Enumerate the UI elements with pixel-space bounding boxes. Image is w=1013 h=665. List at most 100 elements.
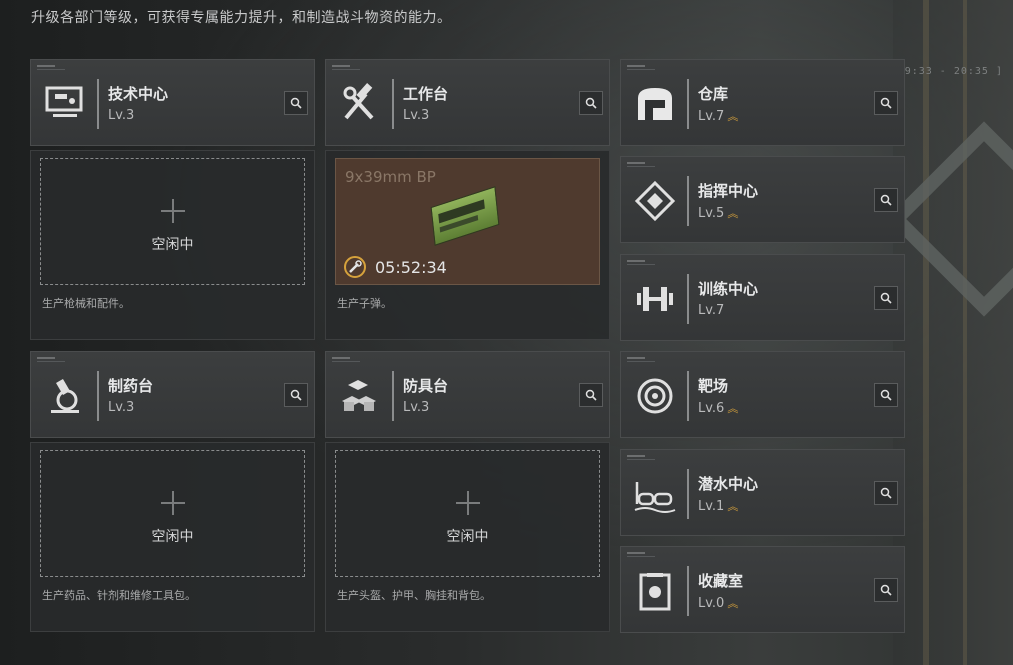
slot-description: 生产枪械和配件。: [42, 297, 130, 310]
dept-level-value: Lv.7: [698, 303, 725, 318]
search-button[interactable]: [284, 91, 308, 115]
search-icon: [880, 194, 892, 206]
upgrade-available-icon: ︽: [727, 402, 738, 415]
dept-level: Lv.3: [403, 108, 429, 123]
card-tag-line: [627, 264, 655, 265]
dept-card-diving-center[interactable]: 潜水中心 Lv.1 ︽: [620, 449, 905, 536]
dept-level-value: Lv.7: [698, 109, 725, 124]
production-slot-armor-bench: 空闲中 生产头盔、护甲、胸挂和背包。: [325, 442, 610, 632]
search-icon: [290, 97, 302, 109]
card-divider: [392, 371, 394, 421]
warehouse-icon: [633, 82, 677, 126]
card-tag: [627, 552, 645, 554]
upgrade-available-icon: ︽: [727, 500, 738, 513]
slot-description: 生产子弹。: [337, 297, 392, 310]
dept-card-command-center[interactable]: 指挥中心 Lv.5 ︽: [620, 156, 905, 243]
card-tag-line: [37, 69, 65, 70]
dept-name: 靶场: [698, 377, 729, 395]
search-button[interactable]: [874, 188, 898, 212]
search-button[interactable]: [874, 383, 898, 407]
idle-slot-button[interactable]: 空闲中: [335, 450, 600, 577]
production-item-name: 9x39mm BP: [345, 168, 436, 186]
card-divider: [687, 274, 689, 324]
search-button[interactable]: [579, 383, 603, 407]
diving-center-icon: [633, 472, 677, 516]
search-button[interactable]: [579, 91, 603, 115]
dept-level: Lv.6 ︽: [698, 400, 738, 416]
search-button[interactable]: [874, 481, 898, 505]
upgrade-available-icon: ︽: [727, 207, 738, 220]
idle-slot-button[interactable]: 空闲中: [40, 158, 305, 285]
dept-level: Lv.3: [108, 108, 134, 123]
workbench-icon: [338, 82, 382, 126]
card-tag-line: [627, 166, 655, 167]
slot-description: 生产头盔、护甲、胸挂和背包。: [337, 589, 491, 602]
card-tag: [627, 65, 645, 67]
dept-card-collection-room[interactable]: 收藏室 Lv.0 ︽: [620, 546, 905, 633]
dept-card-pharmacy[interactable]: 制药台 Lv.3: [30, 351, 315, 438]
training-center-icon: [633, 277, 677, 321]
dept-level-value: Lv.0: [698, 596, 725, 611]
card-tag-line: [332, 69, 360, 70]
armor-bench-icon: [338, 374, 382, 418]
search-button[interactable]: [874, 578, 898, 602]
dept-name: 制药台: [108, 377, 154, 395]
dept-card-tech-center[interactable]: 技术中心 Lv.3: [30, 59, 315, 146]
card-divider: [687, 371, 689, 421]
dept-level: Lv.1 ︽: [698, 498, 738, 514]
search-icon: [880, 97, 892, 109]
wrench-timer-icon: [344, 256, 366, 278]
dept-level: Lv.0 ︽: [698, 595, 738, 611]
plus-icon: [455, 491, 480, 515]
dept-name: 收藏室: [698, 572, 744, 590]
search-icon: [290, 389, 302, 401]
card-tag: [627, 455, 645, 457]
card-tag-line: [627, 361, 655, 362]
dept-name: 指挥中心: [698, 182, 759, 200]
pharmacy-icon: [43, 374, 87, 418]
dept-card-training-center[interactable]: 训练中心 Lv.7: [620, 254, 905, 341]
idle-label: 空闲中: [151, 529, 194, 545]
dept-card-warehouse[interactable]: 仓库 Lv.7 ︽: [620, 59, 905, 146]
dept-level: Lv.7 ︽: [698, 108, 738, 124]
card-tag: [332, 357, 350, 359]
search-icon: [880, 584, 892, 596]
card-divider: [687, 469, 689, 519]
search-button[interactable]: [874, 286, 898, 310]
shooting-range-icon: [633, 374, 677, 418]
production-slot-workbench: 9x39mm BP 05:52:34 生产子弹。: [325, 150, 610, 340]
upgrade-available-icon: ︽: [727, 597, 738, 610]
dept-name: 仓库: [698, 85, 729, 103]
dept-level-value: Lv.6: [698, 401, 725, 416]
search-button[interactable]: [284, 383, 308, 407]
dept-card-shooting-range[interactable]: 靶场 Lv.6 ︽: [620, 351, 905, 438]
dept-card-armor-bench[interactable]: 防具台 Lv.3: [325, 351, 610, 438]
search-button[interactable]: [874, 91, 898, 115]
production-slot-tech-center: 空闲中 生产枪械和配件。: [30, 150, 315, 340]
dept-name: 潜水中心: [698, 475, 759, 493]
background-diamond-frame: [886, 121, 1013, 317]
dept-card-workbench[interactable]: 工作台 Lv.3: [325, 59, 610, 146]
card-tag-line: [627, 69, 655, 70]
card-tag-line: [332, 361, 360, 362]
search-icon: [585, 389, 597, 401]
search-icon: [880, 487, 892, 499]
card-divider: [687, 566, 689, 616]
card-tag: [627, 357, 645, 359]
dept-level: Lv.3: [108, 400, 134, 415]
card-tag: [37, 65, 55, 67]
production-item-card[interactable]: 9x39mm BP 05:52:34: [335, 158, 600, 285]
card-tag-line: [627, 556, 655, 557]
background-beam: [923, 0, 929, 665]
page-intro-text: 升级各部门等级，可获得专属能力提升，和制造战斗物资的能力。: [31, 10, 452, 26]
idle-slot-button[interactable]: 空闲中: [40, 450, 305, 577]
card-divider: [392, 79, 394, 129]
production-slot-pharmacy: 空闲中 生产药品、针剂和维修工具包。: [30, 442, 315, 632]
search-icon: [880, 292, 892, 304]
plus-icon: [160, 491, 185, 515]
search-icon: [880, 389, 892, 401]
dept-name: 防具台: [403, 377, 449, 395]
background-beam: [963, 0, 967, 665]
idle-label: 空闲中: [151, 237, 194, 253]
dept-name: 训练中心: [698, 280, 759, 298]
